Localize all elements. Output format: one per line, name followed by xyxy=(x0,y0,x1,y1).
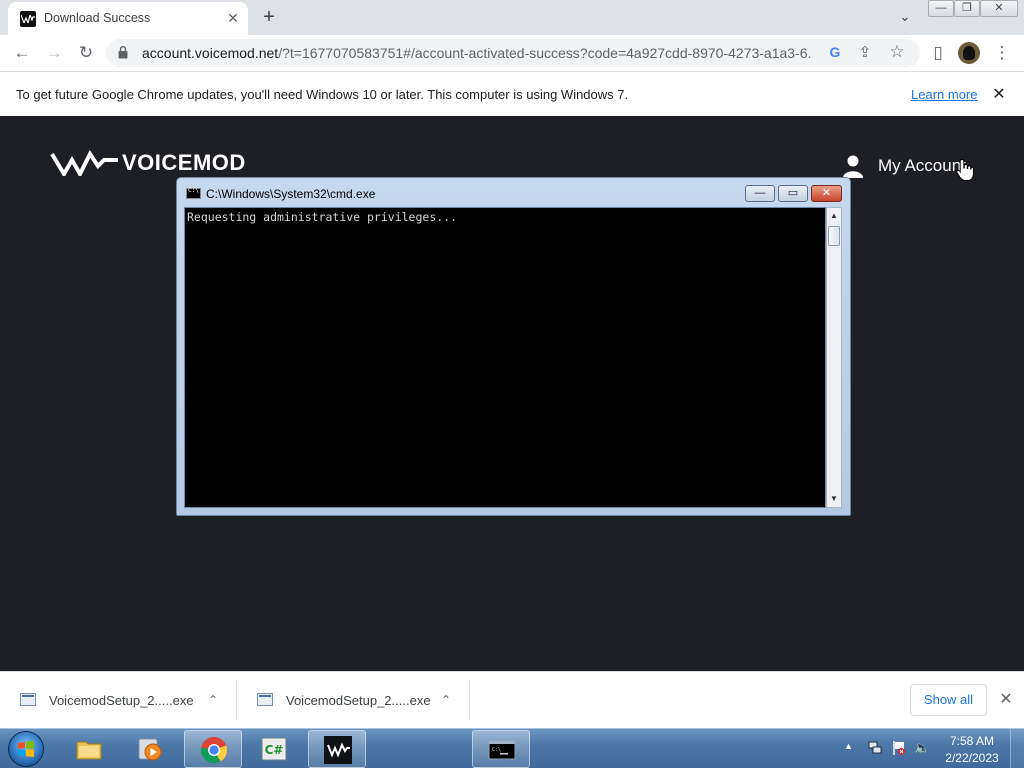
media-player-icon xyxy=(138,738,162,761)
cmd-window[interactable]: C:\ C:\Windows\System32\cmd.exe — ▭ ✕ Re… xyxy=(176,177,851,516)
windows-logo-icon xyxy=(18,740,34,757)
maximize-icon: ▭ xyxy=(787,187,799,199)
voicemod-logo-text: VOICEMOD xyxy=(122,150,246,175)
cmd-app-icon: C:\ xyxy=(186,187,201,199)
bookmark-star-icon[interactable]: ☆ xyxy=(888,42,906,62)
tab-title: Download Success xyxy=(44,11,151,25)
cmd-window-title: C:\Windows\System32\cmd.exe xyxy=(206,187,376,201)
windows-taskbar: C# C:\ ▲ 🔈 7:58 AM 2/22/2023 xyxy=(0,728,1024,768)
download-options-chevron-icon[interactable]: ⌃ xyxy=(437,691,455,709)
taskbar-csharp-app[interactable]: C# xyxy=(245,730,303,768)
svg-text:C#: C# xyxy=(265,743,284,757)
scroll-up-arrow-icon[interactable]: ▲ xyxy=(827,209,841,223)
update-infobar: To get future Google Chrome updates, you… xyxy=(0,71,1024,116)
exe-file-icon xyxy=(20,693,36,706)
network-icon[interactable] xyxy=(868,741,882,755)
voicemod-favicon-icon xyxy=(20,11,36,27)
cmd-scrollbar[interactable]: ▲ ▼ xyxy=(826,207,842,508)
minimize-icon: — xyxy=(754,187,766,199)
download-filename: VoicemodSetup_2.....exe xyxy=(286,693,431,708)
folder-icon xyxy=(76,741,102,760)
system-tray: ▲ 🔈 7:58 AM 2/22/2023 xyxy=(842,729,1024,768)
browser-tabstrip: Download Success ✕ + ⌄ — ❐ ✕ xyxy=(0,0,1024,35)
cmd-output-text: Requesting administrative privileges... xyxy=(187,210,458,224)
voicemod-logo[interactable]: VOICEMOD xyxy=(50,150,260,179)
my-account-label: My Account xyxy=(878,156,966,175)
window-close-button[interactable]: ✕ xyxy=(980,0,1018,17)
scroll-down-arrow-icon[interactable]: ▼ xyxy=(827,492,841,506)
show-hidden-icons-icon[interactable]: ▲ xyxy=(844,741,853,751)
taskbar-file-explorer[interactable] xyxy=(60,730,118,768)
clock-date[interactable]: 2/22/2023 xyxy=(942,751,1002,765)
taskbar-chrome[interactable] xyxy=(184,730,242,768)
csharp-icon: C# xyxy=(261,737,287,761)
share-icon[interactable]: ⇪ xyxy=(856,43,874,61)
download-options-chevron-icon[interactable]: ⌃ xyxy=(204,691,222,709)
close-icon: ✕ xyxy=(821,187,832,199)
infobar-close-icon[interactable]: ✕ xyxy=(990,84,1008,104)
download-filename: VoicemodSetup_2.....exe xyxy=(49,693,194,708)
side-panel-icon[interactable]: ▯ xyxy=(926,41,950,65)
tab-search-chevron-icon[interactable]: ⌄ xyxy=(896,8,914,26)
cmd-console[interactable]: Requesting administrative privileges... xyxy=(184,207,826,508)
new-tab-button[interactable]: + xyxy=(258,6,280,28)
scroll-thumb[interactable] xyxy=(828,226,840,246)
url-path: /?t=1677070583751#/account-activated-suc… xyxy=(278,45,812,61)
cmd-minimize-button[interactable]: — xyxy=(745,185,775,202)
close-icon: ✕ xyxy=(994,2,1004,14)
voicemod-icon xyxy=(324,736,352,764)
voicemod-logo-icon xyxy=(50,150,118,179)
user-icon xyxy=(843,155,863,178)
start-button[interactable] xyxy=(8,731,44,767)
back-arrow-icon[interactable]: ← xyxy=(10,41,34,65)
window-minimize-button[interactable]: — xyxy=(928,0,954,17)
taskbar-media-player[interactable] xyxy=(121,730,179,768)
clock-time[interactable]: 7:58 AM xyxy=(942,734,1002,748)
download-item[interactable]: VoicemodSetup_2.....exe ⌃ xyxy=(0,672,236,728)
browser-toolbar: ← → ↻ account.voicemod.net/?t=1677070583… xyxy=(0,35,1024,71)
cmd-maximize-button[interactable]: ▭ xyxy=(778,185,808,202)
forward-arrow-icon[interactable]: → xyxy=(42,41,66,65)
taskbar-voicemod[interactable] xyxy=(308,730,366,768)
chrome-menu-icon[interactable]: ⋮ xyxy=(990,41,1014,65)
reload-icon[interactable]: ↻ xyxy=(74,41,98,65)
tab-download-success[interactable]: Download Success ✕ xyxy=(8,2,248,35)
download-item[interactable]: VoicemodSetup_2.....exe ⌃ xyxy=(237,672,469,728)
lock-icon[interactable] xyxy=(118,46,128,59)
restore-icon: ❐ xyxy=(962,2,972,14)
svg-text:C:\: C:\ xyxy=(492,747,501,753)
volume-icon[interactable]: 🔈 xyxy=(914,740,930,756)
chrome-icon xyxy=(200,737,228,764)
download-shelf: VoicemodSetup_2.....exe ⌃ VoicemodSetup_… xyxy=(0,671,1024,728)
minimize-icon: — xyxy=(935,2,947,14)
taskbar-cmd[interactable]: C:\ xyxy=(472,730,530,768)
divider xyxy=(469,680,470,720)
cmd-close-button[interactable]: ✕ xyxy=(811,185,842,202)
download-shelf-close-icon[interactable]: ✕ xyxy=(996,689,1016,709)
google-lens-icon[interactable]: G xyxy=(826,44,844,60)
show-desktop-button[interactable] xyxy=(1010,729,1024,768)
hand-cursor-icon xyxy=(956,158,974,181)
action-center-flag-icon[interactable] xyxy=(892,740,906,756)
infobar-message: To get future Google Chrome updates, you… xyxy=(16,87,629,102)
url-host: account.voicemod.net xyxy=(142,45,279,61)
tab-close-icon[interactable]: ✕ xyxy=(224,9,242,27)
profile-avatar[interactable] xyxy=(958,42,980,64)
learn-more-link[interactable]: Learn more xyxy=(911,87,977,102)
exe-file-icon xyxy=(257,693,273,706)
cmd-icon: C:\ xyxy=(488,740,516,760)
cmd-icon-text: C:\ xyxy=(188,187,199,194)
show-all-downloads-button[interactable]: Show all xyxy=(910,684,987,716)
address-bar[interactable]: account.voicemod.net/?t=1677070583751#/a… xyxy=(106,39,920,67)
url-text[interactable]: account.voicemod.net/?t=1677070583751#/a… xyxy=(142,45,812,61)
window-restore-button[interactable]: ❐ xyxy=(954,0,980,17)
